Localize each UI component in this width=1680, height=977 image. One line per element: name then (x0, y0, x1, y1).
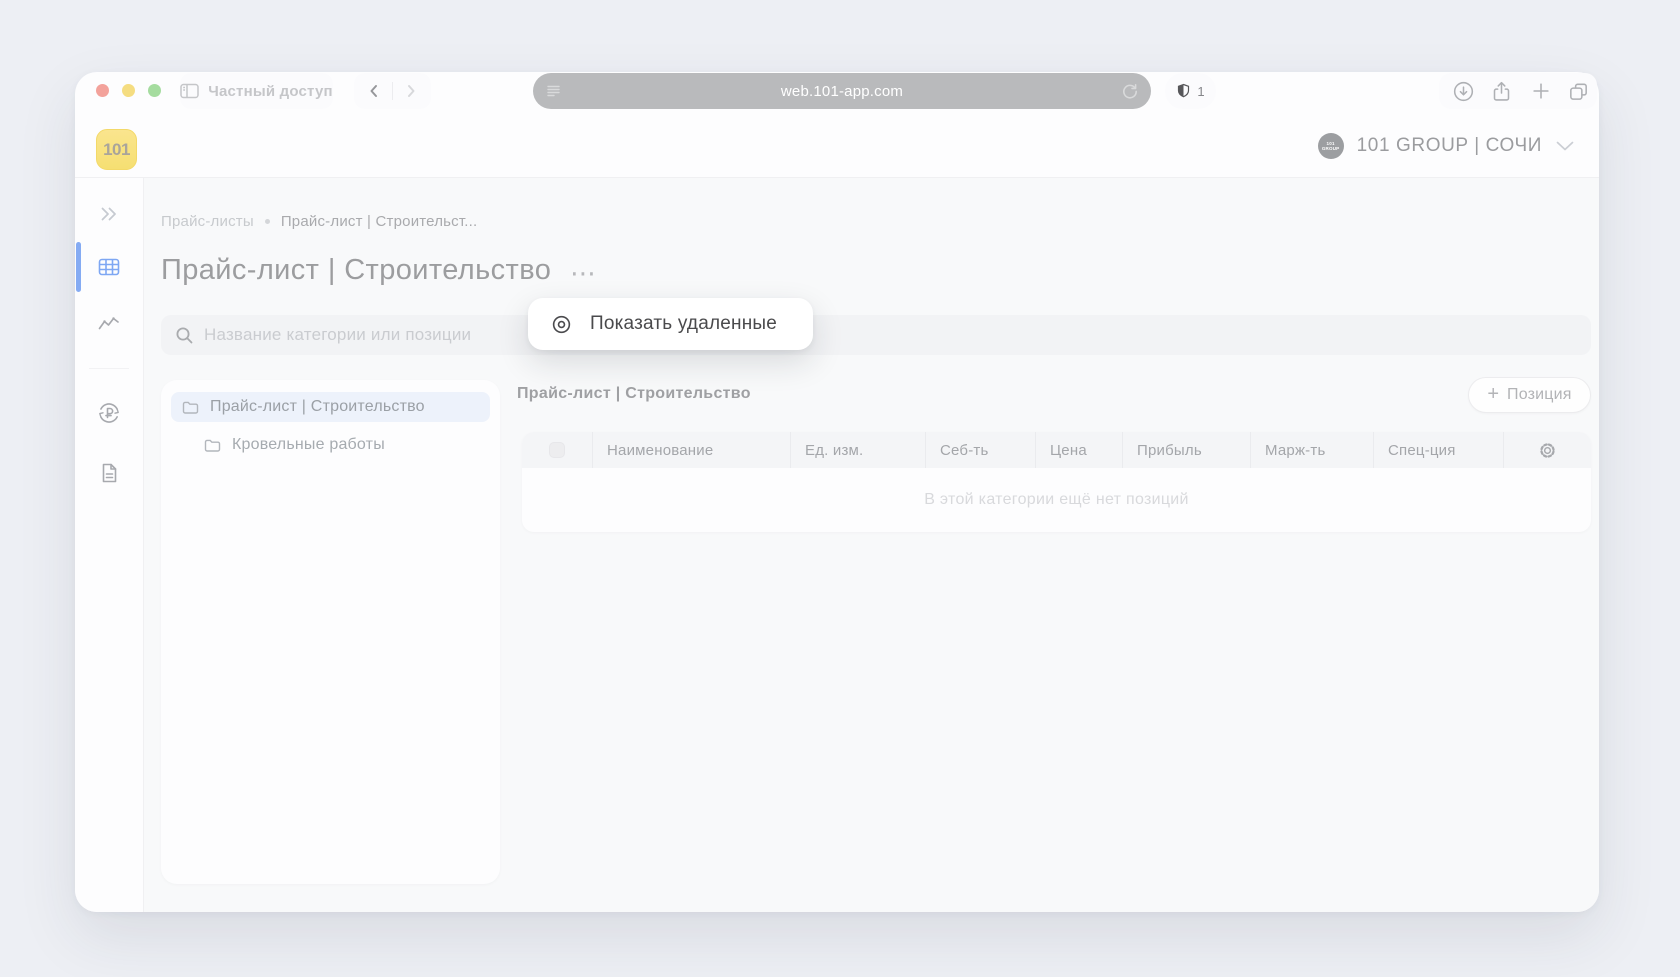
tree-item-label: Прайс-лист | Строительство (210, 398, 425, 416)
address-bar[interactable]: web.101-app.com (533, 73, 1151, 109)
gear-icon[interactable] (1538, 441, 1557, 460)
share-button[interactable] (1489, 79, 1513, 103)
search-icon (175, 326, 194, 345)
sidebar-section-divider (89, 368, 129, 369)
column-header-profit[interactable]: Прибыль (1122, 432, 1250, 468)
add-position-button[interactable]: + Позиция (1468, 377, 1591, 413)
table-settings-cell (1503, 432, 1591, 468)
toolbar-right-group (1451, 79, 1590, 103)
select-all-cell (522, 432, 592, 468)
double-chevron-right-icon (98, 203, 120, 225)
folder-icon (204, 438, 221, 453)
reload-icon[interactable] (1121, 82, 1139, 100)
page-title: Прайс-лист | Строительство (161, 254, 551, 287)
column-header-margin[interactable]: Марж-ть (1250, 432, 1373, 468)
search-bar (161, 315, 1591, 355)
sidebar-active-indicator (76, 242, 81, 292)
select-all-checkbox[interactable] (549, 442, 565, 458)
sidebar-item-finance[interactable] (96, 400, 122, 426)
column-header-unit[interactable]: Ед. изм. (790, 432, 925, 468)
category-heading: Прайс-лист | Строительство (517, 385, 751, 403)
breadcrumb: Прайс-листы Прайс-лист | Строительст... (161, 213, 477, 230)
tab-overview-button[interactable] (1566, 79, 1590, 103)
downloads-button[interactable] (1451, 79, 1475, 103)
ruble-refresh-icon (96, 400, 122, 426)
traffic-light-zoom[interactable] (148, 84, 161, 97)
tree-item-child[interactable]: Кровельные работы (171, 430, 490, 460)
folder-icon (182, 400, 199, 415)
add-position-label: Позиция (1507, 386, 1572, 404)
account-name: 101 GROUP | СОЧИ (1357, 135, 1542, 157)
private-mode-label: Частный доступ (208, 83, 333, 100)
back-button[interactable] (365, 82, 383, 100)
breadcrumb-current[interactable]: Прайс-лист | Строительст... (281, 213, 478, 230)
traffic-light-minimize[interactable] (122, 84, 135, 97)
avatar: 101 GROUP (1318, 133, 1344, 159)
show-deleted-menu-item[interactable]: Показать удаленные (528, 298, 813, 350)
app-logo-text: 101 (103, 140, 130, 160)
chevron-down-icon (1555, 140, 1575, 152)
table-icon (96, 254, 122, 280)
sidebar-panel-icon (180, 83, 199, 99)
document-icon (97, 461, 121, 485)
plus-icon: + (1487, 384, 1499, 404)
breadcrumb-root[interactable]: Прайс-листы (161, 213, 254, 230)
eye-icon (550, 313, 573, 336)
private-mode-badge[interactable]: Частный доступ (180, 73, 333, 109)
privacy-report-badge[interactable]: 1 (1165, 73, 1216, 109)
column-header-price[interactable]: Цена (1035, 432, 1122, 468)
shield-icon (1176, 83, 1191, 99)
sidebar-item-analytics[interactable] (96, 311, 122, 337)
sidebar (75, 178, 143, 912)
search-input[interactable] (204, 325, 1577, 345)
column-header-name[interactable]: Наименование (592, 432, 790, 468)
column-header-spec[interactable]: Спец-ция (1373, 432, 1503, 468)
url-text: web.101-app.com (533, 83, 1151, 100)
tracker-count: 1 (1197, 84, 1204, 99)
sidebar-item-documents[interactable] (96, 460, 122, 486)
column-header-cost[interactable]: Себ-ть (925, 432, 1035, 468)
tree-item-label: Кровельные работы (232, 436, 385, 454)
empty-message: В этой категории ещё нет позиций (924, 491, 1189, 509)
tree-item-root[interactable]: Прайс-лист | Строительство (171, 392, 490, 422)
app-logo[interactable]: 101 (96, 129, 137, 170)
positions-table: Наименование Ед. изм. Себ-ть Цена Прибыл… (522, 432, 1591, 532)
show-deleted-label: Показать удаленные (590, 313, 777, 335)
table-empty-state: В этой категории ещё нет позиций (522, 468, 1591, 532)
forward-button[interactable] (402, 82, 420, 100)
nav-buttons (354, 73, 431, 109)
new-tab-button[interactable] (1529, 79, 1553, 103)
sidebar-item-pricelists[interactable] (96, 254, 122, 280)
sidebar-expand-button[interactable] (96, 201, 122, 227)
line-chart-icon (96, 311, 122, 337)
breadcrumb-separator-dot (265, 219, 270, 224)
nav-separator (392, 82, 393, 100)
avatar-text: 101 GROUP (1318, 141, 1344, 152)
table-header-row: Наименование Ед. изм. Себ-ть Цена Прибыл… (522, 432, 1591, 468)
account-menu[interactable]: 101 GROUP 101 GROUP | СОЧИ (1318, 131, 1575, 161)
traffic-light-close[interactable] (96, 84, 109, 97)
title-more-button[interactable]: ⋯ (570, 258, 598, 289)
category-tree-panel: Прайс-лист | Строительство Кровельные ра… (161, 380, 500, 884)
desktop-background: Частный доступ (0, 0, 1680, 977)
browser-window: Частный доступ (75, 72, 1599, 912)
